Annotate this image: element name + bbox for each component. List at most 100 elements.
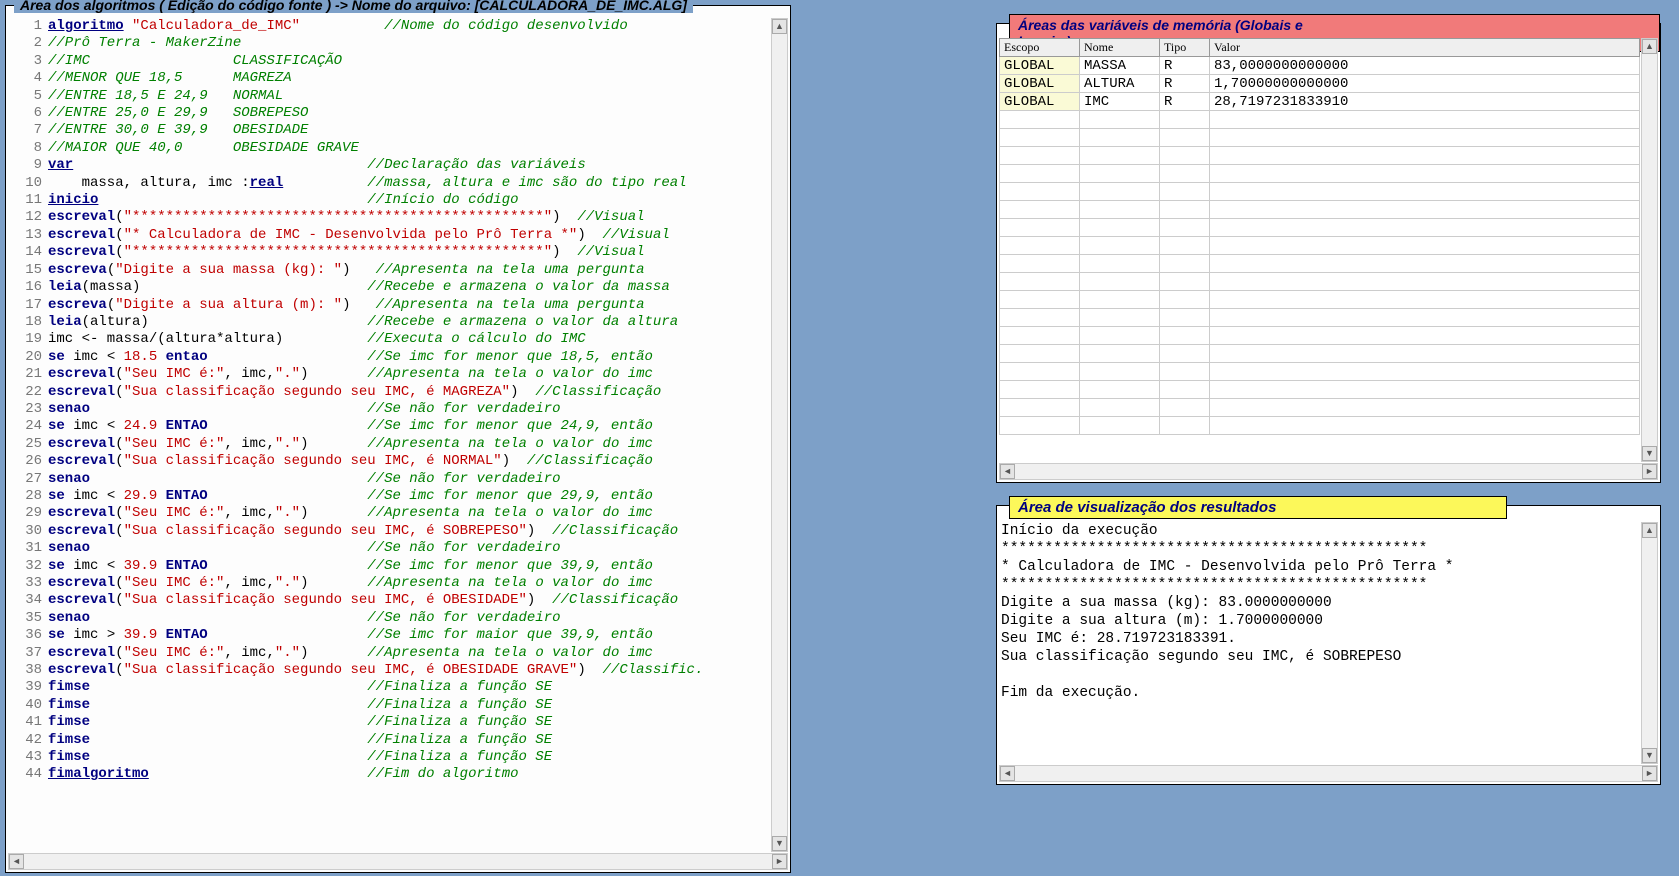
code-line[interactable]: 20se imc < 18.5 entao //Se imc for menor… [10, 349, 786, 366]
code-token: imc < [65, 558, 124, 575]
code-line[interactable]: 11inicio //Início do código [10, 192, 786, 209]
out-vertical-scrollbar[interactable]: ▲ ▼ [1641, 522, 1658, 764]
code-token [157, 488, 165, 505]
code-line[interactable]: 41fimse //Finaliza a função SE [10, 714, 786, 731]
code-line[interactable]: 25escreval("Seu IMC é:", imc,".") //Apre… [10, 436, 786, 453]
code-token: ) [300, 505, 367, 522]
table-row-empty [1000, 345, 1640, 363]
column-header[interactable]: Escopo [1000, 39, 1080, 57]
scroll-left-icon[interactable]: ◄ [1000, 766, 1015, 781]
code-token: ) [577, 227, 602, 244]
code-token [90, 610, 367, 627]
code-token: "Sua classificação segundo seu IMC, é NO… [124, 453, 502, 470]
code-line[interactable]: 10 massa, altura, imc :real //massa, alt… [10, 175, 786, 192]
code-line[interactable]: 27senao //Se não for verdadeiro [10, 471, 786, 488]
code-line[interactable]: 8//MAIOR QUE 40,0 OBESIDADE GRAVE [10, 140, 786, 157]
code-line[interactable]: 15escreva("Digite a sua massa (kg): ") /… [10, 262, 786, 279]
code-token: //Classificação [535, 384, 661, 401]
code-editor[interactable]: 1algoritmo "Calculadora_de_IMC" //Nome d… [10, 18, 786, 852]
code-token [157, 627, 165, 644]
scroll-up-icon[interactable]: ▲ [772, 19, 787, 34]
code-token: ( [115, 227, 123, 244]
code-token: //Apresenta na tela uma pergunta [376, 297, 645, 314]
code-line[interactable]: 2//Prô Terra - MakerZine [10, 35, 786, 52]
code-token [149, 766, 367, 783]
code-line[interactable]: 26escreval("Sua classificação segundo se… [10, 453, 786, 470]
variables-table[interactable]: EscopoNomeTipoValorGLOBALMASSAR83,000000… [999, 38, 1640, 462]
table-row[interactable]: GLOBALMASSAR83,0000000000000 [1000, 57, 1640, 75]
code-token: "." [275, 436, 300, 453]
column-header[interactable]: Tipo [1160, 39, 1210, 57]
scroll-down-icon[interactable]: ▼ [772, 836, 787, 851]
code-line[interactable]: 18leia(altura) //Recebe e armazena o val… [10, 314, 786, 331]
code-line[interactable]: 6//ENTRE 25,0 E 29,9 SOBREPESO [10, 105, 786, 122]
code-line[interactable]: 42fimse //Finaliza a função SE [10, 732, 786, 749]
column-header[interactable]: Nome [1080, 39, 1160, 57]
output-text[interactable]: Início da execução *********************… [1001, 522, 1640, 764]
line-number: 43 [10, 749, 42, 766]
code-line[interactable]: 32se imc < 39.9 ENTAO //Se imc for menor… [10, 558, 786, 575]
code-line[interactable]: 22escreval("Sua classificação segundo se… [10, 384, 786, 401]
code-line[interactable]: 37escreval("Seu IMC é:", imc,".") //Apre… [10, 645, 786, 662]
line-number: 15 [10, 262, 42, 279]
code-line[interactable]: 36se imc > 39.9 ENTAO //Se imc for maior… [10, 627, 786, 644]
code-token: 39.9 [124, 558, 158, 575]
cell-scope: GLOBAL [1000, 93, 1080, 111]
scroll-right-icon[interactable]: ► [772, 854, 787, 869]
scroll-left-icon[interactable]: ◄ [1000, 464, 1015, 479]
table-row[interactable]: GLOBALIMCR28,7197231833910 [1000, 93, 1640, 111]
code-line[interactable]: 35senao //Se não for verdadeiro [10, 610, 786, 627]
code-token [90, 732, 367, 749]
code-line[interactable]: 28se imc < 29.9 ENTAO //Se imc for menor… [10, 488, 786, 505]
scroll-right-icon[interactable]: ► [1642, 766, 1657, 781]
code-line[interactable]: 5//ENTRE 18,5 E 24,9 NORMAL [10, 88, 786, 105]
code-line[interactable]: 13escreval("* Calculadora de IMC - Desen… [10, 227, 786, 244]
code-line[interactable]: 3//IMC CLASSIFICAÇÃO [10, 53, 786, 70]
code-line[interactable]: 44fimalgoritmo //Fim do algoritmo [10, 766, 786, 783]
code-token: ) [552, 244, 577, 261]
table-row[interactable]: GLOBALALTURAR1,70000000000000 [1000, 75, 1640, 93]
scroll-up-icon[interactable]: ▲ [1642, 523, 1657, 538]
code-token: "." [275, 575, 300, 592]
code-line[interactable]: 1algoritmo "Calculadora_de_IMC" //Nome d… [10, 18, 786, 35]
out-horizontal-scrollbar[interactable]: ◄ ► [999, 765, 1658, 782]
code-horizontal-scrollbar[interactable]: ◄ ► [8, 853, 788, 870]
code-vertical-scrollbar[interactable]: ▲ ▼ [771, 18, 788, 852]
code-line[interactable]: 34escreval("Sua classificação segundo se… [10, 592, 786, 609]
line-number: 11 [10, 192, 42, 209]
code-token: 29.9 [124, 488, 158, 505]
code-line[interactable]: 24se imc < 24.9 ENTAO //Se imc for menor… [10, 418, 786, 435]
code-token: //Apresenta na tela o valor do imc [367, 575, 653, 592]
vars-horizontal-scrollbar[interactable]: ◄ ► [999, 463, 1658, 480]
code-line[interactable]: 17escreva("Digite a sua altura (m): ") /… [10, 297, 786, 314]
column-header[interactable]: Valor [1210, 39, 1640, 57]
code-line[interactable]: 30escreval("Sua classificação segundo se… [10, 523, 786, 540]
code-line[interactable]: 9var //Declaração das variáveis [10, 157, 786, 174]
scroll-right-icon[interactable]: ► [1642, 464, 1657, 479]
code-line[interactable]: 38escreval("Sua classificação segundo se… [10, 662, 786, 679]
code-line[interactable]: 7//ENTRE 30,0 E 39,9 OBESIDADE [10, 122, 786, 139]
code-line[interactable]: 4//MENOR QUE 18,5 MAGREZA [10, 70, 786, 87]
code-token: se [48, 488, 65, 505]
code-token: ( [115, 505, 123, 522]
code-line[interactable]: 39fimse //Finaliza a função SE [10, 679, 786, 696]
code-line[interactable]: 14escreval("****************************… [10, 244, 786, 261]
code-line[interactable]: 19imc <- massa/(altura*altura) //Executa… [10, 331, 786, 348]
code-line[interactable]: 43fimse //Finaliza a função SE [10, 749, 786, 766]
scroll-down-icon[interactable]: ▼ [1642, 748, 1657, 763]
line-number: 21 [10, 366, 42, 383]
code-line[interactable]: 29escreval("Seu IMC é:", imc,".") //Apre… [10, 505, 786, 522]
code-token: ) [300, 436, 367, 453]
code-line[interactable]: 40fimse //Finaliza a função SE [10, 697, 786, 714]
scroll-left-icon[interactable]: ◄ [9, 854, 24, 869]
code-line[interactable]: 12escreval("****************************… [10, 209, 786, 226]
code-line[interactable]: 23senao //Se não for verdadeiro [10, 401, 786, 418]
code-token: ( [115, 209, 123, 226]
scroll-up-icon[interactable]: ▲ [1642, 39, 1657, 54]
code-line[interactable]: 31senao //Se não for verdadeiro [10, 540, 786, 557]
code-line[interactable]: 21escreval("Seu IMC é:", imc,".") //Apre… [10, 366, 786, 383]
vars-vertical-scrollbar[interactable]: ▲ ▼ [1641, 38, 1658, 462]
scroll-down-icon[interactable]: ▼ [1642, 446, 1657, 461]
code-line[interactable]: 33escreval("Seu IMC é:", imc,".") //Apre… [10, 575, 786, 592]
code-line[interactable]: 16leia(massa) //Recebe e armazena o valo… [10, 279, 786, 296]
